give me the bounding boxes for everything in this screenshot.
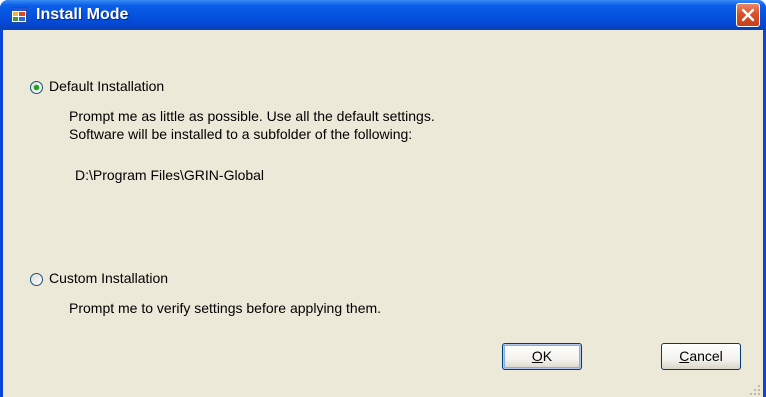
close-icon	[741, 8, 755, 22]
custom-description: Prompt me to verify settings before appl…	[69, 300, 382, 316]
default-description-line1: Prompt me as little as possible. Use all…	[69, 108, 435, 124]
default-installation-radio[interactable]	[30, 81, 43, 94]
close-button[interactable]	[736, 3, 760, 27]
installer-app-icon	[11, 7, 27, 23]
title-bar[interactable]: Install Mode	[0, 0, 766, 30]
default-description-line2: Software will be installed to a subfolde…	[69, 126, 413, 142]
install-mode-dialog: Install Mode Default Installation Prompt…	[0, 0, 766, 397]
custom-installation-label[interactable]: Custom Installation	[49, 270, 168, 286]
custom-installation-radio[interactable]	[30, 273, 43, 286]
default-installation-label[interactable]: Default Installation	[49, 78, 164, 94]
cancel-button[interactable]: Cancel	[661, 343, 741, 370]
window-title: Install Mode	[36, 6, 129, 23]
resize-grip-icon[interactable]	[749, 383, 761, 395]
install-path: D:\Program Files\GRIN-Global	[75, 167, 265, 183]
ok-button[interactable]: OK	[502, 343, 582, 370]
dialog-body: Default Installation Prompt me as little…	[3, 30, 763, 397]
